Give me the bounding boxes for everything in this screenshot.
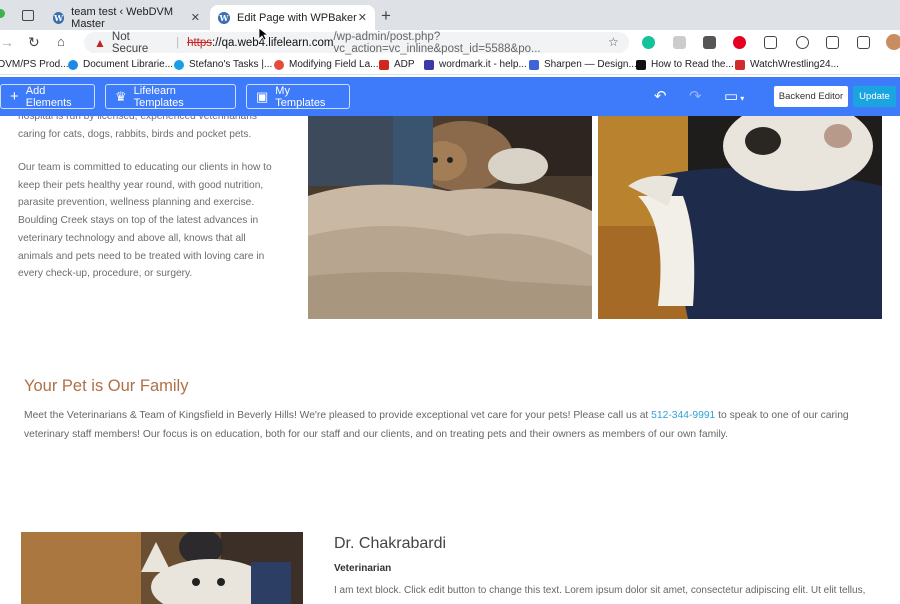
doctor-role: Veterinarian <box>334 563 392 574</box>
wpbakery-toolbar: + Add Elements ♛ Lifelearn Templates ▣ M… <box>0 77 900 116</box>
bookmark-item[interactable]: ADP <box>379 59 415 70</box>
site-settings-icon[interactable]: ☆ <box>608 35 619 49</box>
bookmark-item[interactable]: Stefano's Tasks |... <box>174 59 272 70</box>
update-button[interactable]: Update <box>853 86 896 107</box>
lifelearn-templates-label: Lifelearn Templates <box>133 84 184 109</box>
tab-overview-icon[interactable] <box>22 10 34 21</box>
kitten-photo <box>308 116 592 319</box>
bookmark-label: Stefano's Tasks |... <box>189 59 273 70</box>
bulldog-photo-art <box>598 116 882 319</box>
browser-essentials-icon[interactable] <box>857 36 870 49</box>
tab-title: team test ‹ WebDVM Master <box>71 5 174 30</box>
tab-team-test[interactable]: W team test ‹ WebDVM Master ✕ <box>45 5 208 30</box>
paragraph-text: Meet the Veterinarians & Team of Kingsfi… <box>24 410 652 421</box>
window-dot-icon <box>0 9 5 18</box>
url-field[interactable]: ▲ Not Secure | https ://qa.web4.lifelear… <box>84 30 629 55</box>
intro-paragraph-2: Our team is committed to educating our c… <box>18 162 272 280</box>
salesforce-icon <box>174 59 184 70</box>
bookmark-label: wordmark.it - help... <box>439 59 527 70</box>
wordmark-icon <box>424 59 434 70</box>
extension-icon[interactable] <box>703 36 716 49</box>
bookmark-label: Modifying Field La... <box>289 59 379 70</box>
bookmark-item[interactable]: WatchWrestling24... <box>735 59 839 70</box>
new-tab-icon[interactable]: + <box>381 6 391 26</box>
my-templates-label: My Templates <box>275 84 326 109</box>
pinterest-icon[interactable] <box>733 36 746 49</box>
url-scheme: https <box>187 36 212 49</box>
add-elements-button[interactable]: + Add Elements <box>0 84 95 109</box>
kitten-photo-art <box>308 116 592 319</box>
w-icon <box>735 59 745 70</box>
extension-k-icon[interactable] <box>673 36 686 49</box>
reload-icon[interactable]: ↻ <box>28 34 40 51</box>
bookmark-item[interactable]: wordmark.it - help... <box>424 59 527 70</box>
mouse-cursor-icon <box>259 28 269 41</box>
bookmark-label: How to Read the... <box>651 59 734 70</box>
bookmark-item[interactable]: Document Librarie... <box>68 59 173 70</box>
redo-icon[interactable]: ↷ <box>689 87 702 105</box>
wordpress-icon: W <box>218 11 230 24</box>
address-bar-row: → ↻ ⌂ ▲ Not Secure | https ://qa.web4.li… <box>0 30 900 55</box>
lifelearn-templates-button[interactable]: ♛ Lifelearn Templates <box>105 84 236 109</box>
bookmark-item[interactable]: DVM/PS Prod... <box>0 59 69 70</box>
bookmark-label: Sharpen — Design... <box>544 59 637 70</box>
wordpress-icon: W <box>53 11 65 24</box>
home-icon[interactable]: ⌂ <box>57 34 65 49</box>
puzzle-icon[interactable] <box>764 36 777 49</box>
browser-tab-strip: W team test ‹ WebDVM Master ✕ W Edit Pag… <box>0 0 900 30</box>
tab-edit-page[interactable]: W Edit Page with WPBakery Page ✕ <box>210 5 375 30</box>
redo-icon <box>274 59 284 70</box>
bulldog-photo <box>598 116 882 319</box>
url-host: ://qa.web4.lifelearn.com <box>212 36 334 49</box>
bookmark-label: ADP <box>394 59 415 70</box>
my-templates-button[interactable]: ▣ My Templates <box>246 84 350 109</box>
doctor-bio: I am text block. Click edit button to ch… <box>334 585 866 596</box>
doctor-name: Dr. Chakrabardi <box>334 535 447 552</box>
bookmark-label: WatchWrestling24... <box>750 59 839 70</box>
section-heading: Your Pet is Our Family <box>24 377 189 395</box>
plus-icon: + <box>10 88 19 105</box>
adp-icon <box>379 59 389 70</box>
close-tab-icon[interactable]: ✕ <box>358 11 367 24</box>
doctor-photo <box>21 532 303 604</box>
lv-icon <box>636 59 646 70</box>
forward-icon[interactable]: → <box>0 34 14 50</box>
warning-icon: ▲ <box>94 35 106 50</box>
favorites-icon[interactable] <box>796 36 809 49</box>
omnibox-divider: | <box>176 36 180 49</box>
responsive-view-icon[interactable]: ▭ ▾ <box>724 87 744 105</box>
template-icon: ▣ <box>256 88 269 104</box>
backend-editor-button[interactable]: Backend Editor <box>774 86 848 107</box>
security-status: Not Secure <box>111 30 149 55</box>
bookmarks-bar: DVM/PS Prod... Document Librarie... Stef… <box>0 55 900 75</box>
bookmark-label: DVM/PS Prod... <box>0 59 69 70</box>
phone-link[interactable]: 512-344-9991 <box>651 410 715 421</box>
profile-avatar[interactable] <box>886 34 900 50</box>
section-paragraph: Meet the Veterinarians & Team of Kingsfi… <box>24 406 874 444</box>
doctor-photo-art <box>21 532 303 604</box>
bookmark-item[interactable]: How to Read the... <box>636 59 734 70</box>
grammarly-icon[interactable] <box>642 36 655 49</box>
cloud-icon <box>68 59 78 70</box>
bookmark-item[interactable]: Modifying Field La... <box>274 59 379 70</box>
collections-icon[interactable] <box>826 36 839 49</box>
sharpen-icon <box>529 59 539 70</box>
url-path: /wp-admin/post.php?vc_action=vc_inline&p… <box>333 30 541 55</box>
add-elements-label: Add Elements <box>25 84 72 109</box>
close-tab-icon[interactable]: ✕ <box>191 11 200 24</box>
bookmark-item[interactable]: Sharpen — Design... <box>529 59 637 70</box>
crown-icon: ♛ <box>115 88 127 104</box>
tab-title: Edit Page with WPBakery Page <box>237 11 357 24</box>
bookmark-label: Document Librarie... <box>83 59 174 70</box>
undo-icon[interactable]: ↶ <box>654 87 667 105</box>
